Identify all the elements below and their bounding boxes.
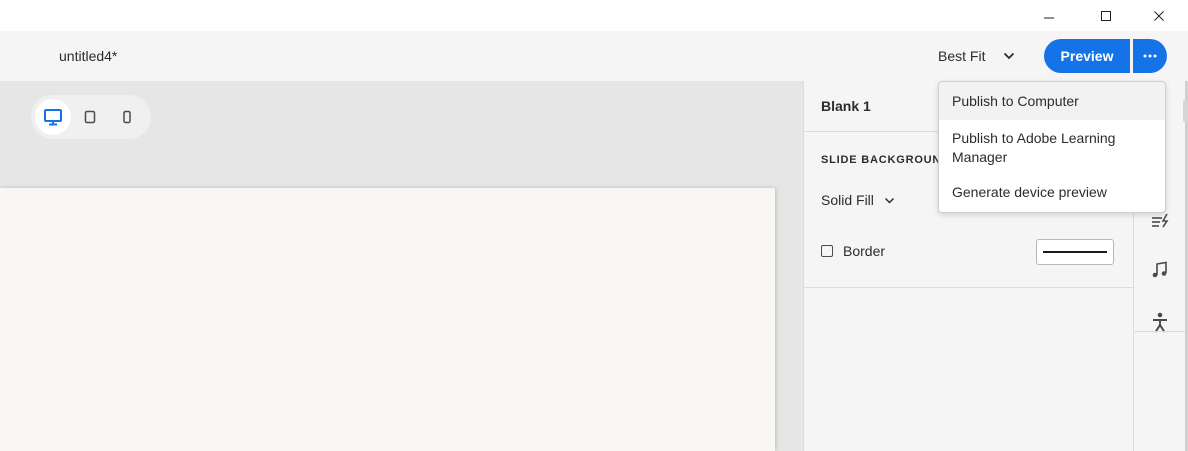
- stroke-line: [1043, 251, 1107, 253]
- rail-divider: [1134, 331, 1188, 332]
- fill-type-value: Solid Fill: [821, 192, 874, 208]
- window-titlebar: [0, 0, 1188, 31]
- border-checkbox[interactable]: [821, 245, 833, 257]
- close-button[interactable]: [1136, 0, 1182, 31]
- border-label: Border: [843, 243, 886, 259]
- menu-item-publish-to-computer[interactable]: Publish to Computer: [939, 82, 1165, 120]
- close-icon: [1154, 10, 1164, 21]
- slide-background-label: SLIDE BACKGROUN: [821, 154, 942, 166]
- zoom-value: Best Fit: [938, 48, 986, 64]
- tablet-view-button[interactable]: [72, 99, 108, 135]
- audio-button[interactable]: [1148, 258, 1172, 282]
- document-title: untitled4*: [59, 48, 118, 64]
- fill-type-dropdown[interactable]: Solid Fill: [821, 192, 895, 208]
- zoom-dropdown[interactable]: Best Fit: [938, 31, 1015, 81]
- desktop-icon: [44, 109, 62, 126]
- slide-canvas[interactable]: [0, 188, 775, 451]
- more-icon: [1143, 54, 1157, 58]
- slide-name: Blank 1: [821, 98, 871, 114]
- publish-menu: Publish to Computer Publish to Adobe Lea…: [938, 81, 1166, 213]
- border-option[interactable]: Border: [821, 243, 885, 259]
- menu-item-generate-device-preview[interactable]: Generate device preview: [939, 174, 1165, 212]
- device-toggle: [31, 95, 151, 139]
- main-toolbar: untitled4* Best Fit Preview: [0, 31, 1188, 81]
- desktop-view-button[interactable]: [35, 99, 71, 135]
- minimize-icon: [1044, 17, 1054, 18]
- rail-scroll-handle[interactable]: [1183, 100, 1188, 122]
- actions-icon: [1152, 213, 1169, 228]
- chevron-down-icon: [1003, 52, 1015, 60]
- tablet-icon: [84, 110, 96, 124]
- maximize-button[interactable]: [1083, 0, 1129, 31]
- minimize-button[interactable]: [1026, 0, 1072, 31]
- mobile-view-button[interactable]: [109, 99, 145, 135]
- panel-divider: [804, 287, 1134, 288]
- more-options-button[interactable]: [1133, 39, 1167, 73]
- chevron-down-icon: [884, 197, 895, 204]
- audio-icon: [1152, 261, 1167, 278]
- canvas-area: [0, 81, 803, 451]
- border-stroke-picker[interactable]: [1036, 239, 1114, 265]
- menu-item-publish-to-learning-manager[interactable]: Publish to Adobe Learning Manager: [939, 120, 1165, 172]
- preview-button[interactable]: Preview: [1044, 39, 1130, 73]
- mobile-icon: [123, 110, 131, 124]
- maximize-icon: [1101, 10, 1111, 21]
